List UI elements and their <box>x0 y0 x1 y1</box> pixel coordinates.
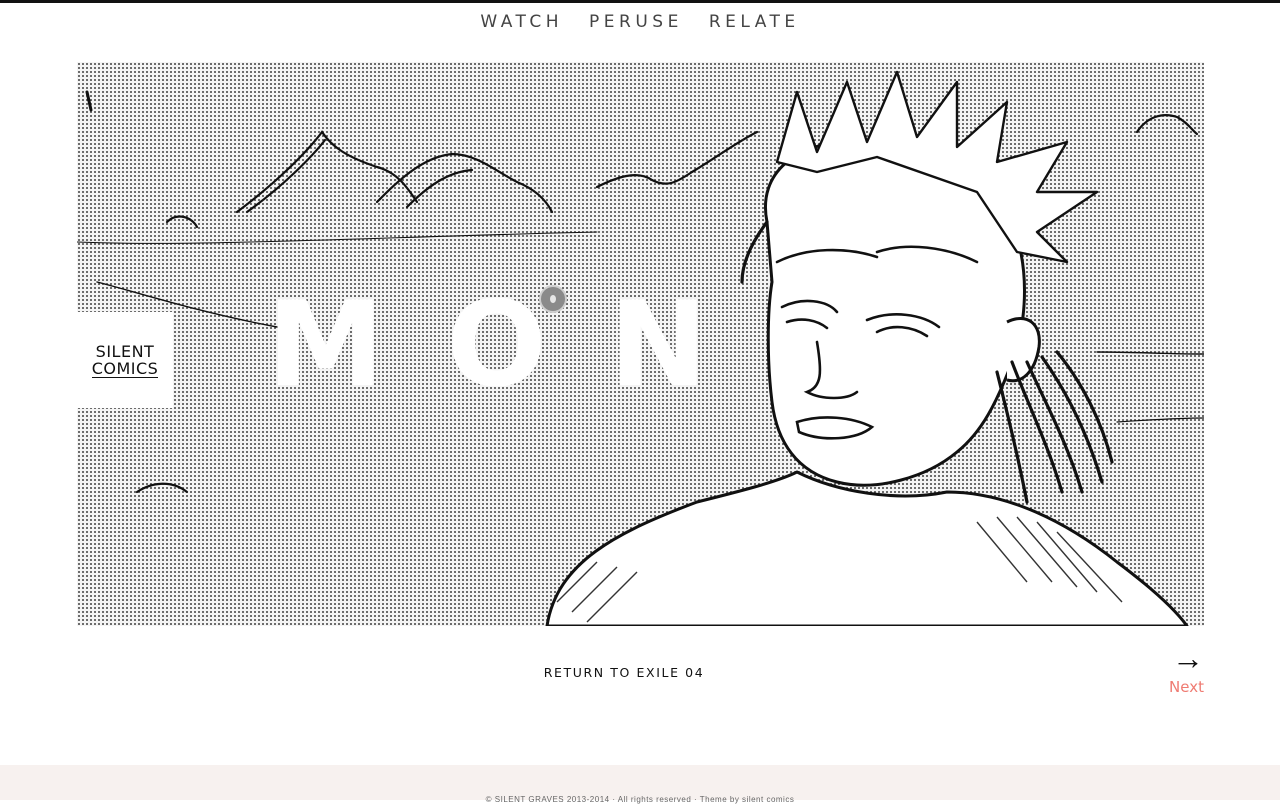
hero-title: MON <box>267 275 770 413</box>
next-link[interactable]: Next <box>1144 678 1204 696</box>
logo-line-2: COMICS <box>91 358 159 378</box>
logo-line-1: SILENT <box>95 341 155 361</box>
top-border <box>0 0 1280 3</box>
hero-comic-panel: SILENT COMICS MON <box>77 62 1204 626</box>
arrow-right-icon[interactable]: → <box>1144 640 1204 676</box>
footer: © SILENT GRAVES 2013-2014 · All rights r… <box>0 765 1280 804</box>
nav-peruse[interactable]: PERUSE <box>589 12 683 32</box>
silent-comics-logo[interactable]: SILENT COMICS <box>77 312 173 408</box>
next-navigation[interactable]: → Next <box>1144 640 1204 696</box>
loading-spinner-icon <box>539 285 567 313</box>
nav-watch[interactable]: WATCH <box>480 12 563 32</box>
main-nav: WATCH PERUSE RELATE <box>0 12 1280 32</box>
nav-relate[interactable]: RELATE <box>709 12 800 32</box>
return-to-exile-link[interactable]: RETURN TO EXILE 04 <box>0 665 1248 680</box>
